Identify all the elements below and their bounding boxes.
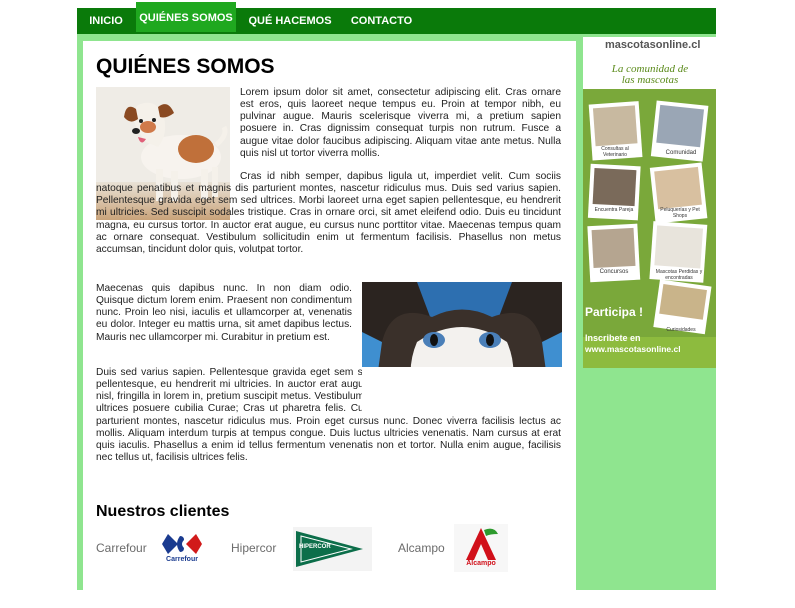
- page-title: QUIÉNES SOMOS: [96, 55, 275, 78]
- ad-tagline-2: las mascotas: [621, 74, 679, 86]
- hipercor-logo[interactable]: HIPERCOR: [293, 527, 372, 571]
- main-nav: INICIO QUIÉNES SOMOS QUÉ HACEMOS CONTACT…: [77, 2, 716, 34]
- ad-tagline: La comunidad de las mascotas: [591, 64, 709, 86]
- carrefour-logo-text: Carrefour: [166, 556, 198, 563]
- ad-card-label-3: Encuentra Pareja: [594, 207, 634, 213]
- ad-card-label-2: Comunidad: [665, 150, 697, 156]
- nav-item-que-hacemos[interactable]: QUÉ HACEMOS: [243, 8, 337, 34]
- ad-brand: mascotasonline.cl: [605, 39, 701, 51]
- nav-item-quienes-somos[interactable]: QUIÉNES SOMOS: [136, 2, 236, 32]
- ad-url[interactable]: www.mascotasonline.cl: [585, 344, 681, 354]
- ad-card-label-6: Mascotas Perdidas y encontradas: [655, 269, 703, 281]
- paragraph-2: Cras id nibh semper, dapibus ligula ut, …: [96, 171, 561, 255]
- carrefour-logo[interactable]: Carrefour: [158, 528, 206, 568]
- clients-title: Nuestros clientes: [96, 503, 230, 520]
- ad-signup: Inscribete en: [585, 333, 641, 343]
- ad-cta: Participa !: [585, 305, 644, 319]
- ad-card-label-7: Curiosidades: [666, 327, 696, 333]
- paragraph-3: Maecenas quis dapibus nunc. In non diam …: [96, 283, 352, 343]
- ad-card-label-4: Peluquerías y Pet Shops: [660, 207, 700, 219]
- hipercor-logo-text: HIPERCOR: [299, 544, 331, 550]
- ad-card-label-5: Concursos: [599, 269, 629, 275]
- client-name-carrefour: Carrefour: [96, 541, 147, 555]
- nav-item-contacto[interactable]: CONTACTO: [345, 8, 418, 34]
- cat-photo-wrap-space: [362, 367, 567, 416]
- mascotasonline-ad-banner[interactable]: mascotasonline.cl La comunidad de las ma…: [583, 37, 716, 368]
- alcampo-logo-text: Alcampo: [466, 560, 496, 567]
- paragraph-1: Lorem ipsum dolor sit amet, consectetur …: [240, 87, 561, 159]
- nav-item-inicio[interactable]: INICIO: [81, 8, 131, 34]
- client-name-hipercor: Hipercor: [231, 541, 277, 555]
- alcampo-logo[interactable]: Alcampo: [454, 524, 508, 572]
- ad-card-label-1: Consultas al Veterinario: [601, 146, 629, 158]
- client-name-alcampo: Alcampo: [398, 541, 445, 555]
